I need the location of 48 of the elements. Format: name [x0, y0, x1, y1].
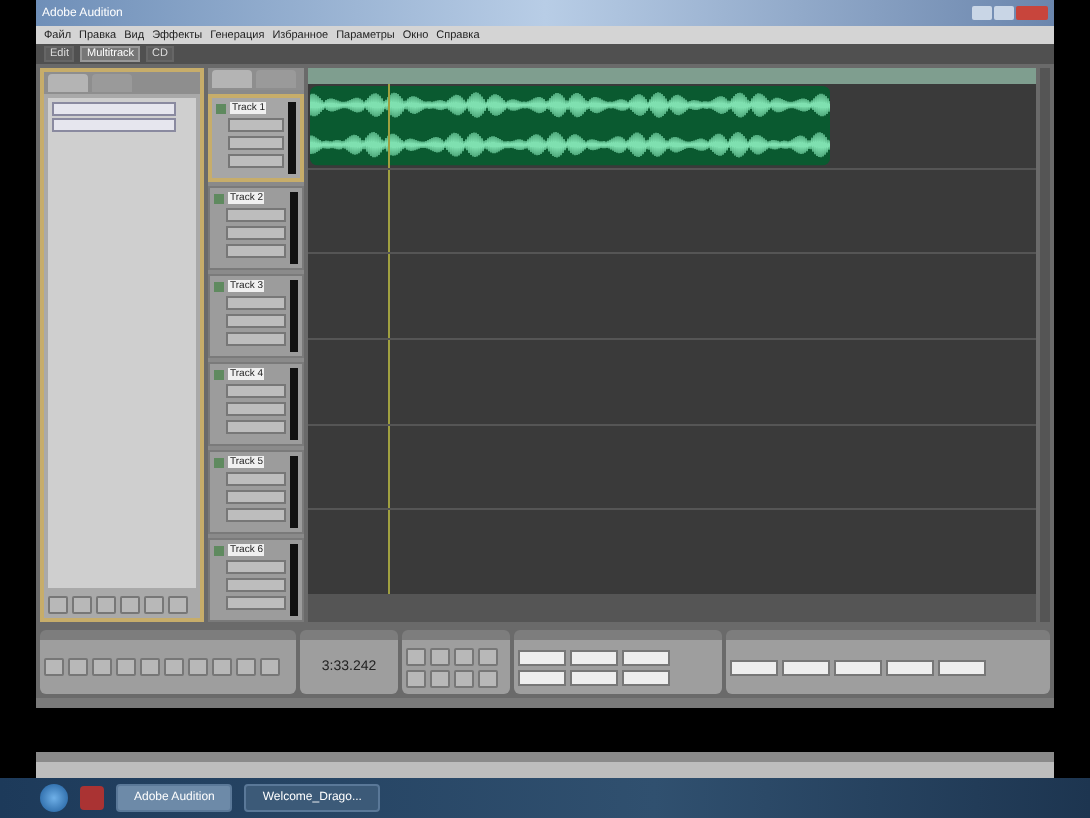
track-dropdown[interactable]: [226, 332, 286, 346]
track-meter: [288, 102, 296, 174]
waveform-clip[interactable]: [310, 86, 830, 166]
track-dropdown[interactable]: [226, 420, 286, 434]
track-dropdown[interactable]: [226, 384, 286, 398]
track-icon: [214, 545, 224, 555]
selection-field[interactable]: [622, 669, 670, 685]
playhead-line[interactable]: [388, 425, 390, 509]
track-meter: [290, 456, 298, 528]
track-dropdown[interactable]: [226, 578, 286, 592]
track-dropdown[interactable]: [226, 208, 286, 222]
session-field[interactable]: [938, 659, 986, 675]
track-meter: [290, 368, 298, 440]
selection-field[interactable]: [518, 669, 566, 685]
track-dropdown[interactable]: [226, 508, 286, 522]
track-dropdown[interactable]: [226, 560, 286, 574]
selection-field[interactable]: [570, 669, 618, 685]
track-meter: [290, 192, 298, 264]
track-meter: [290, 544, 298, 616]
session-field[interactable]: [782, 659, 830, 675]
track-dropdown[interactable]: [226, 596, 286, 610]
selection-field[interactable]: [570, 649, 618, 665]
track-dropdown[interactable]: [226, 490, 286, 504]
track-dropdown[interactable]: [226, 226, 286, 240]
track-icon: [214, 193, 224, 203]
track-meter: [290, 280, 298, 352]
file-icon[interactable]: [52, 102, 176, 116]
track-icon: [214, 281, 224, 291]
track-dropdown[interactable]: [226, 244, 286, 258]
session-field[interactable]: [834, 659, 882, 675]
session-field[interactable]: [730, 659, 778, 675]
track-dropdown[interactable]: [228, 136, 284, 150]
track-icon: [214, 369, 224, 379]
start-button[interactable]: [40, 784, 68, 812]
track-dropdown[interactable]: [226, 402, 286, 416]
track-icon: [214, 457, 224, 467]
track-dropdown[interactable]: [228, 118, 284, 132]
track-dropdown[interactable]: [228, 154, 284, 168]
selection-field[interactable]: [622, 649, 670, 665]
track-dropdown[interactable]: [226, 472, 286, 486]
selection-field[interactable]: [518, 649, 566, 665]
playhead-line[interactable]: [388, 169, 390, 253]
file-icon[interactable]: [52, 118, 176, 132]
track-dropdown[interactable]: [226, 314, 286, 328]
track-icon: [216, 103, 226, 113]
app-icon[interactable]: [80, 786, 104, 810]
track-dropdown[interactable]: [226, 296, 286, 310]
session-field[interactable]: [886, 659, 934, 675]
